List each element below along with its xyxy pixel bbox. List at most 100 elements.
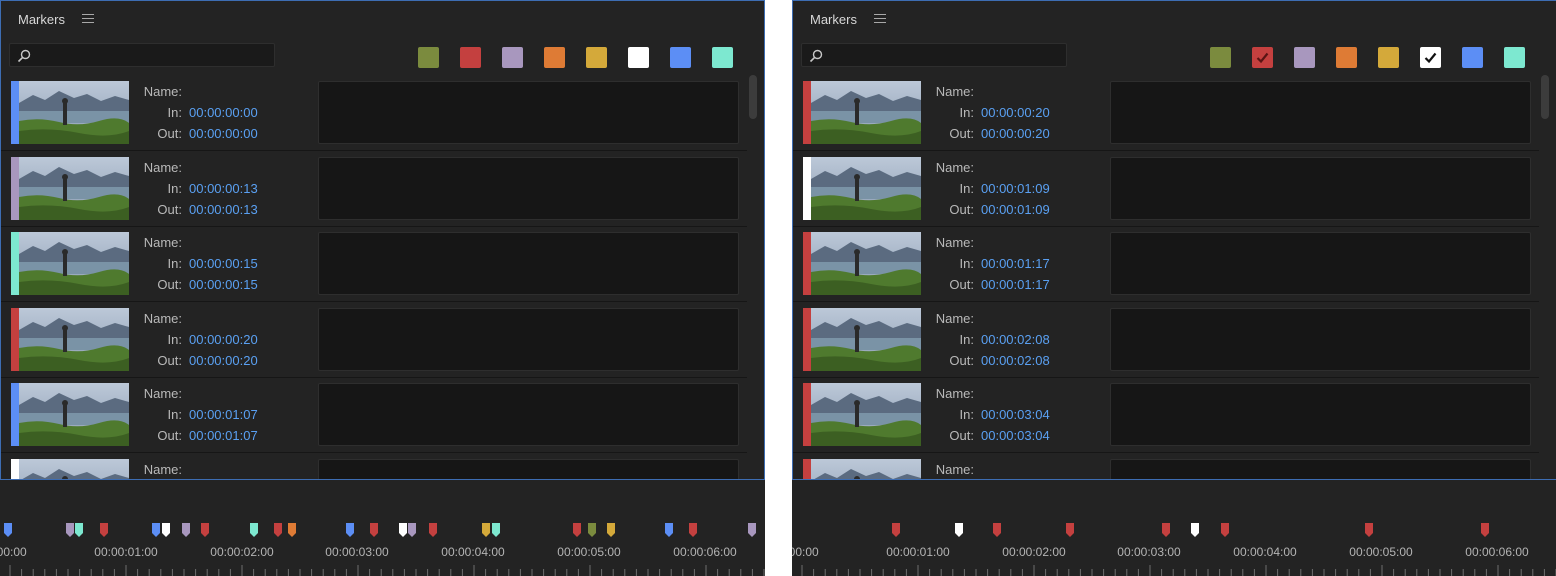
out-timecode[interactable]: 00:00:01:07	[189, 428, 258, 443]
timeline-marker-red[interactable]	[1221, 523, 1229, 537]
timeline-marker-green[interactable]	[588, 523, 596, 537]
out-timecode[interactable]: 00:00:01:09	[981, 202, 1050, 217]
marker-comment-field[interactable]	[318, 156, 739, 220]
in-timecode[interactable]: 00:00:00:00	[189, 105, 258, 120]
scroll-thumb[interactable]	[1541, 75, 1549, 119]
filter-green-swatch[interactable]	[418, 47, 439, 68]
in-timecode[interactable]: 00:00:00:15	[189, 256, 258, 271]
timeline-marker-red[interactable]	[1066, 523, 1074, 537]
in-timecode[interactable]: 00:00:00:20	[189, 332, 258, 347]
timeline-marker-violet[interactable]	[748, 523, 756, 537]
out-timecode[interactable]: 00:00:00:00	[189, 126, 258, 141]
marker-comment-field[interactable]	[1110, 232, 1531, 295]
timeline-marker-red[interactable]	[370, 523, 378, 537]
timeline-marker-red[interactable]	[1162, 523, 1170, 537]
filter-orange-swatch[interactable]	[544, 47, 565, 68]
marker-row[interactable]: Name: In: Out: 00:00:00:20 00:00:00:20	[793, 76, 1539, 151]
marker-comment-field[interactable]	[1110, 307, 1531, 371]
marker-row[interactable]: Name: In: Out: 00:00:02:08 00:00:02:08	[793, 302, 1539, 378]
timeline-marker-red[interactable]	[892, 523, 900, 537]
timeline-marker-red[interactable]	[429, 523, 437, 537]
in-timecode[interactable]: 00:00:01:17	[981, 256, 1050, 271]
filter-violet-swatch[interactable]	[502, 47, 523, 68]
timeline-marker-red[interactable]	[100, 523, 108, 537]
timeline-marker-orange[interactable]	[288, 523, 296, 537]
filter-blue-swatch[interactable]	[670, 47, 691, 68]
filter-blue-swatch[interactable]	[1462, 47, 1483, 68]
out-timecode[interactable]: 00:00:02:08	[981, 353, 1050, 368]
timeline-marker-red[interactable]	[274, 523, 282, 537]
panel-menu-icon[interactable]	[874, 14, 886, 24]
timeline-marker-red[interactable]	[201, 523, 209, 537]
out-timecode[interactable]: 00:00:03:04	[981, 428, 1050, 443]
filter-teal-swatch[interactable]	[712, 47, 733, 68]
marker-comment-field[interactable]	[318, 232, 739, 295]
in-timecode[interactable]: 00:00:02:08	[981, 332, 1050, 347]
filter-orange-swatch[interactable]	[1336, 47, 1357, 68]
marker-row[interactable]: Name:In:Out:	[793, 453, 1539, 479]
marker-row[interactable]: Name: In: Out: 00:00:00:15 00:00:00:15	[1, 227, 747, 302]
timeline-marker-white[interactable]	[955, 523, 963, 537]
search-input[interactable]	[36, 46, 266, 64]
marker-row[interactable]: Name: In: Out: 00:00:03:04 00:00:03:04	[793, 378, 1539, 453]
marker-comment-field[interactable]	[1110, 458, 1531, 479]
out-timecode[interactable]: 00:00:01:17	[981, 277, 1050, 292]
timeline-marker-blue[interactable]	[665, 523, 673, 537]
timeline-marker-red[interactable]	[1365, 523, 1373, 537]
filter-green-swatch[interactable]	[1210, 47, 1231, 68]
marker-row[interactable]: Name: In: Out: 00:00:00:13 00:00:00:13	[1, 151, 747, 227]
marker-row[interactable]: Name: In: Out: 00:00:01:17 00:00:01:17	[793, 227, 1539, 302]
timeline-marker-violet[interactable]	[408, 523, 416, 537]
marker-comment-field[interactable]	[318, 81, 739, 144]
marker-comment-field[interactable]	[318, 307, 739, 371]
marker-comment-field[interactable]	[1110, 383, 1531, 446]
timeline-marker-teal[interactable]	[75, 523, 83, 537]
marker-comment-field[interactable]	[318, 458, 739, 479]
timeline-marker-blue[interactable]	[152, 523, 160, 537]
in-timecode[interactable]: 00:00:03:04	[981, 407, 1050, 422]
filter-violet-swatch[interactable]	[1294, 47, 1315, 68]
filter-white-swatch[interactable]	[628, 47, 649, 68]
marker-row[interactable]: Name:In:Out:	[1, 453, 747, 479]
filter-yellow-swatch[interactable]	[586, 47, 607, 68]
out-timecode[interactable]: 00:00:00:13	[189, 202, 258, 217]
timeline-marker-violet[interactable]	[182, 523, 190, 537]
marker-row[interactable]: Name: In: Out: 00:00:01:09 00:00:01:09	[793, 151, 1539, 227]
timeline-marker-white[interactable]	[1191, 523, 1199, 537]
filter-red-swatch[interactable]	[1252, 47, 1273, 68]
timeline-marker-violet[interactable]	[66, 523, 74, 537]
marker-row[interactable]: Name: In: Out: 00:00:00:00 00:00:00:00	[1, 76, 747, 151]
panel-menu-icon[interactable]	[82, 14, 94, 24]
out-timecode[interactable]: 00:00:00:15	[189, 277, 258, 292]
in-timecode[interactable]: 00:00:00:13	[189, 181, 258, 196]
timeline-marker-teal[interactable]	[492, 523, 500, 537]
timeline-marker-red[interactable]	[993, 523, 1001, 537]
scroll-thumb[interactable]	[749, 75, 757, 119]
search-box[interactable]	[801, 43, 1067, 67]
marker-row[interactable]: Name: In: Out: 00:00:01:07 00:00:01:07	[1, 378, 747, 453]
marker-comment-field[interactable]	[1110, 81, 1531, 144]
out-timecode[interactable]: 00:00:00:20	[981, 126, 1050, 141]
filter-white-swatch[interactable]	[1420, 47, 1441, 68]
in-timecode[interactable]: 00:00:01:09	[981, 181, 1050, 196]
filter-yellow-swatch[interactable]	[1378, 47, 1399, 68]
filter-teal-swatch[interactable]	[1504, 47, 1525, 68]
timeline-marker-red[interactable]	[573, 523, 581, 537]
timeline-marker-white[interactable]	[162, 523, 170, 537]
timeline-ruler[interactable]: :00:00 00:00:01:00 00:00:02:00 00:00:03:00 0…	[0, 481, 765, 576]
timeline-marker-red[interactable]	[1481, 523, 1489, 537]
timeline-marker-white[interactable]	[399, 523, 407, 537]
timeline-marker-blue[interactable]	[346, 523, 354, 537]
filter-red-swatch[interactable]	[460, 47, 481, 68]
scrollbar[interactable]	[748, 73, 758, 479]
search-box[interactable]	[9, 43, 275, 67]
in-timecode[interactable]: 00:00:00:20	[981, 105, 1050, 120]
timeline-marker-teal[interactable]	[250, 523, 258, 537]
search-input[interactable]	[828, 46, 1058, 64]
timeline-marker-yellow[interactable]	[482, 523, 490, 537]
timeline-marker-blue[interactable]	[4, 523, 12, 537]
marker-comment-field[interactable]	[1110, 156, 1531, 220]
timeline-ruler[interactable]: :00:00 00:00:01:00 00:00:02:00 00:00:03:00 0…	[792, 481, 1556, 576]
timeline-marker-yellow[interactable]	[607, 523, 615, 537]
marker-row[interactable]: Name: In: Out: 00:00:00:20 00:00:00:20	[1, 302, 747, 378]
